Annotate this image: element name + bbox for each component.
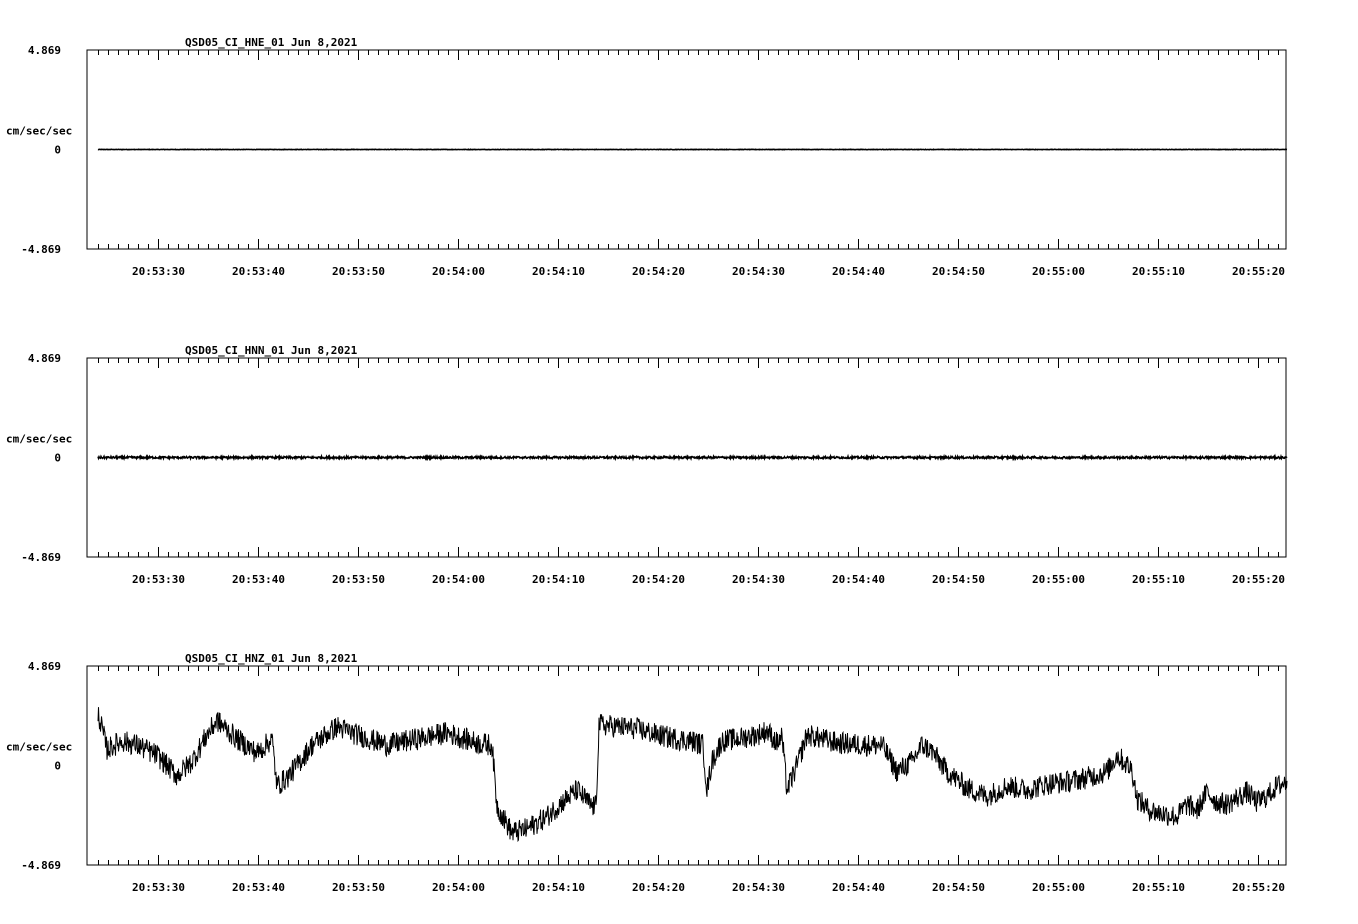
y-tick-label: -4.869 [21,551,61,564]
y-tick-label: 4.869 [28,44,61,57]
y-axis-label: cm/sec/sec [6,433,72,446]
x-tick-label: 20:53:50 [332,881,385,894]
seismic-trace [97,707,1288,843]
x-tick-label: 20:55:10 [1132,881,1185,894]
x-tick-label: 20:54:20 [632,265,685,278]
x-tick-label: 20:55:00 [1032,881,1085,894]
x-tick-label: 20:54:00 [432,265,485,278]
y-tick-label: -4.869 [21,859,61,872]
chart-panel-1: QSD05_CI_HNE_01 Jun 8,2021 4.869 0 -4.869 cm… [6,36,1288,278]
y-tick-label: 0 [54,452,61,465]
x-tick-label: 20:54:10 [532,573,585,586]
x-tick-label: 20:53:40 [232,881,285,894]
x-tick-label: 20:53:30 [132,573,185,586]
x-tick-label: 20:55:20 [1232,573,1285,586]
chart-panel-2: QSD05_CI_HNN_01 Jun 8,2021 4.869 0 -4.869 cm… [6,344,1288,586]
chart-title: QSD05_CI_HNZ_01 Jun 8,2021 [185,652,358,665]
x-tick-label: 20:55:10 [1132,573,1185,586]
x-tick-label: 20:53:40 [232,265,285,278]
x-tick-label: 20:55:20 [1232,265,1285,278]
x-tick-label: 20:54:50 [932,573,985,586]
seismic-trace [97,453,1288,462]
x-tick-label: 20:53:40 [232,573,285,586]
y-tick-label: -4.869 [21,243,61,256]
x-tick-label: 20:55:00 [1032,573,1085,586]
x-tick-label: 20:54:00 [432,881,485,894]
x-tick-label: 20:54:10 [532,265,585,278]
x-tick-label: 20:54:40 [832,265,885,278]
x-tick-label: 20:55:20 [1232,881,1285,894]
x-tick-label: 20:53:50 [332,573,385,586]
x-tick-label: 20:54:50 [932,265,985,278]
y-tick-label: 4.869 [28,660,61,673]
x-tick-label: 20:55:00 [1032,265,1085,278]
x-tick-label: 20:55:10 [1132,265,1185,278]
x-tick-label: 20:54:20 [632,881,685,894]
seismogram-figure: QSD05_CI_HNE_01 Jun 8,2021 4.869 0 -4.869 cm… [6,36,1288,894]
x-tick-label: 20:54:20 [632,573,685,586]
chart-title: QSD05_CI_HNN_01 Jun 8,2021 [185,344,358,357]
chart-panel-3: QSD05_CI_HNZ_01 Jun 8,2021 4.869 0 -4.869 cm… [6,652,1288,894]
x-tick-label: 20:54:40 [832,573,885,586]
x-tick-label: 20:54:30 [732,881,785,894]
x-tick-label: 20:53:30 [132,881,185,894]
y-axis-label: cm/sec/sec [6,741,72,754]
x-tick-label: 20:54:30 [732,573,785,586]
y-tick-label: 4.869 [28,352,61,365]
y-axis-label: cm/sec/sec [6,125,72,138]
x-tick-label: 20:54:50 [932,881,985,894]
x-tick-label: 20:53:50 [332,265,385,278]
x-tick-label: 20:53:30 [132,265,185,278]
chart-title: QSD05_CI_HNE_01 Jun 8,2021 [185,36,358,49]
x-tick-label: 20:54:10 [532,881,585,894]
x-tick-label: 20:54:00 [432,573,485,586]
y-tick-label: 0 [54,144,61,157]
x-tick-label: 20:54:40 [832,881,885,894]
x-tick-label: 20:54:30 [732,265,785,278]
y-tick-label: 0 [54,760,61,773]
